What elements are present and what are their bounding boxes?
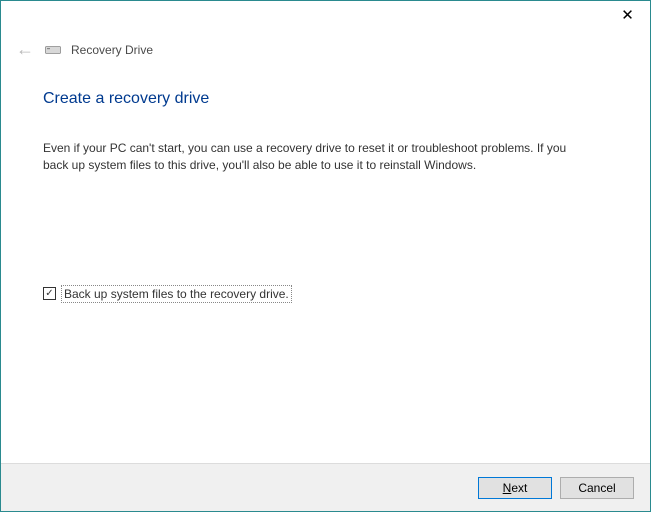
close-icon: ✕ <box>621 6 634 24</box>
page-heading: Create a recovery drive <box>43 90 608 108</box>
backup-checkbox-label: Back up system files to the recovery dri… <box>61 285 292 303</box>
backup-checkbox-row[interactable]: ✓ Back up system files to the recovery d… <box>43 285 608 303</box>
app-title: Recovery Drive <box>71 43 153 57</box>
cancel-button[interactable]: Cancel <box>560 477 634 499</box>
next-button-label: Next <box>503 481 528 495</box>
body-text: Even if your PC can't start, you can use… <box>43 140 573 175</box>
drive-icon <box>45 44 61 56</box>
back-arrow-icon: ← <box>15 39 35 60</box>
next-button[interactable]: Next <box>478 477 552 499</box>
footer: Next Cancel <box>1 463 650 511</box>
checkbox-icon[interactable]: ✓ <box>43 287 56 300</box>
content-area: Create a recovery drive Even if your PC … <box>1 60 650 303</box>
header: ← Recovery Drive <box>1 39 650 60</box>
close-button[interactable]: ✕ <box>605 1 650 29</box>
cancel-button-label: Cancel <box>578 481 615 495</box>
titlebar: ✕ <box>1 1 650 31</box>
